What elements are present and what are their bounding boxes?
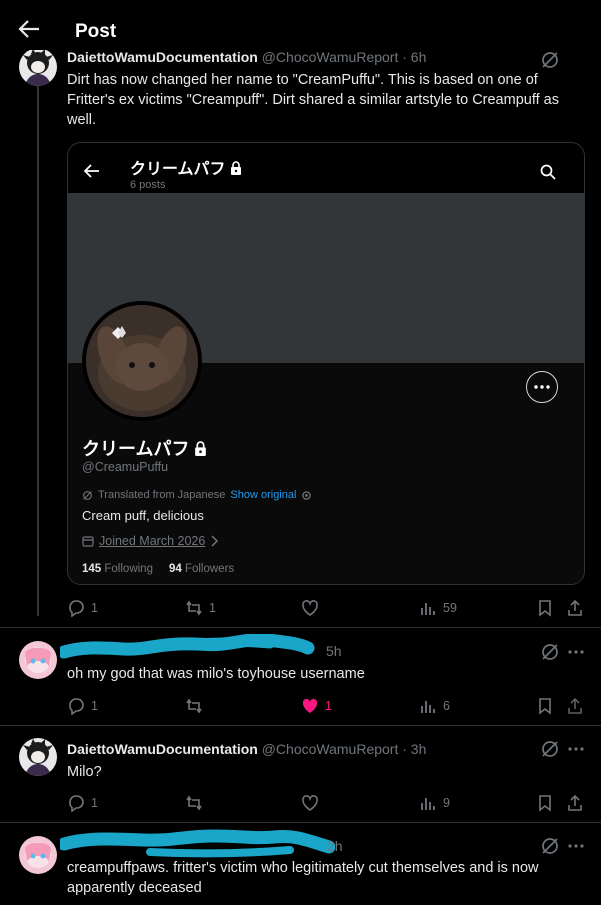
embed-grok-icon [83,490,92,500]
embed-show-original-link: Show original [230,489,297,501]
share-icon [568,794,582,811]
post-text: Dirt has now changed her name to "CreamP… [67,72,559,128]
views-button[interactable]: 6 [419,696,450,716]
share-button[interactable] [566,793,584,813]
embed-display-name: クリームパフ [82,435,207,461]
repost-button[interactable] [185,793,203,813]
post-header: DaiettoWamuDocumentation @ChocoWamuRepor… [67,49,426,65]
reply-button[interactable]: 1 [67,696,98,716]
bookmark-button[interactable] [536,598,554,618]
bookmark-icon [539,698,551,715]
share-icon [568,697,582,714]
embed-chevron-right-icon [211,535,219,547]
reply3-avatar[interactable] [19,836,57,874]
reply1-actions: 1 1 6 [67,696,587,718]
heart-icon [302,600,318,616]
embed-search-icon [540,164,556,180]
repost-icon [186,600,202,616]
share-button[interactable] [566,598,584,618]
reply1-header: 5h [326,643,342,659]
embed-display-lock-icon [195,441,207,456]
embed-calendar-icon [82,536,94,547]
bookmark-icon [539,600,551,617]
reply1-avatar[interactable] [19,641,57,679]
embed-handle: @CreamuPuffu [82,460,169,474]
post-actions: 1 1 59 [67,598,587,620]
heart-icon [302,795,318,811]
embed-avatar-bunny [82,301,202,421]
embed-translation-note: Translated from Japanese Show original [82,489,312,501]
reply2-handle-time[interactable]: @ChocoWamuReport · 3h [262,741,427,757]
reply2-actions: 1 9 [67,793,587,815]
redacted-name-scribble [60,829,335,858]
embed-bio: Cream puff, delicious [82,508,204,523]
author-name[interactable]: DaiettoWamuDocumentation [67,49,258,65]
bookmark-button[interactable] [536,793,554,813]
embed-joined: Joined March 2026 [82,534,219,548]
divider [0,627,601,628]
embed-back-arrow-icon [84,164,99,178]
views-button[interactable]: 59 [419,598,457,618]
bookmark-icon [539,795,551,812]
grok-icon[interactable] [540,836,560,856]
top-bar: Post [0,0,601,50]
heart-filled-icon [302,698,318,713]
embedded-profile-image[interactable]: クリームパフ 6 posts クリームパフ @CreamuPuffu Trans… [67,142,585,585]
share-button[interactable] [566,696,584,716]
divider [0,822,601,823]
views-icon [421,603,435,615]
grok-icon[interactable] [540,50,560,70]
grok-icon[interactable] [540,642,560,662]
reply1-time[interactable]: 5h [326,643,342,659]
reply3-text: creampuffpaws. fritter's victim who legi… [67,860,539,896]
views-icon [421,701,435,713]
more-icon[interactable] [566,642,586,662]
grok-icon[interactable] [540,739,560,759]
embed-top-bar: クリームパフ 6 posts [68,143,584,193]
repost-button[interactable]: 1 [185,598,216,618]
more-icon[interactable] [566,836,586,856]
thread-line [37,86,39,616]
reply-icon [69,600,84,617]
embed-lock-icon [230,161,241,175]
reply2-text: Milo? [67,764,102,780]
reply-button[interactable]: 1 [67,793,98,813]
bookmark-button[interactable] [536,696,554,716]
like-button-liked[interactable]: 1 [301,696,332,716]
like-button[interactable] [301,793,319,813]
redacted-name-scribble [60,634,315,659]
back-arrow-icon[interactable] [18,19,40,39]
embed-more-icon [526,371,558,403]
reply2-header: DaiettoWamuDocumentation @ChocoWamuRepor… [67,741,426,757]
author-handle-time[interactable]: @ChocoWamuReport · 6h [262,49,427,65]
reply-button[interactable]: 1 [67,598,98,618]
more-icon[interactable] [566,739,586,759]
embed-follow-counts: 145 Following 94 Followers [82,563,235,575]
embed-post-count: 6 posts [130,179,166,191]
embed-profile-name: クリームパフ [130,155,242,179]
repost-icon [186,698,202,714]
views-icon [421,798,435,810]
reply2-avatar[interactable] [19,738,57,776]
share-icon [568,599,582,616]
reply-icon [69,698,84,715]
reply3-time[interactable]: 2h [327,838,343,854]
divider [0,725,601,726]
embed-settings-icon [302,490,312,500]
page-title: Post [75,21,117,42]
repost-icon [186,795,202,811]
reply1-text: oh my god that was milo's toyhouse usern… [67,666,365,682]
author-avatar[interactable] [19,48,57,86]
views-button[interactable]: 9 [419,793,450,813]
like-button[interactable] [301,598,325,618]
reply2-author-name[interactable]: DaiettoWamuDocumentation [67,741,258,757]
reply3-header: 2h [327,838,343,854]
reply-icon [69,795,84,812]
repost-button[interactable] [185,696,203,716]
